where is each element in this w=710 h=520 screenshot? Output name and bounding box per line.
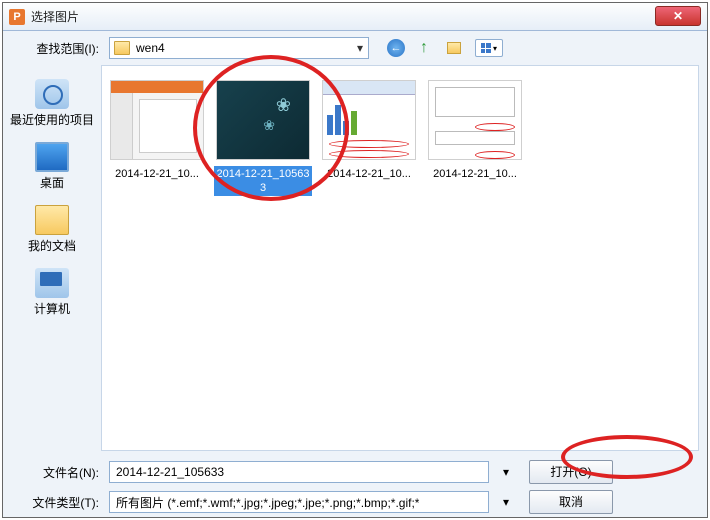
- file-item[interactable]: 2014-12-21_10...: [318, 76, 420, 200]
- place-label: 计算机: [34, 300, 70, 317]
- up-one-level-button[interactable]: ↑: [415, 39, 433, 57]
- path-text: wen4: [134, 41, 352, 55]
- window-title: 选择图片: [31, 8, 655, 25]
- filename-input[interactable]: 2014-12-21_105633: [109, 461, 489, 483]
- new-folder-button[interactable]: [443, 39, 465, 57]
- open-image-dialog: P 选择图片 ✕ 查找范围(I): wen4 ▾ ← ↑ ▾ 最近使用的项目: [2, 2, 708, 518]
- filetype-combobox[interactable]: 所有图片 (*.emf;*.wmf;*.jpg;*.jpeg;*.jpe;*.p…: [109, 491, 489, 513]
- place-desktop[interactable]: 桌面: [3, 138, 101, 195]
- close-button[interactable]: ✕: [655, 6, 701, 26]
- computer-icon: [35, 268, 69, 298]
- thumbnail: [322, 80, 416, 160]
- file-name: 2014-12-21_10...: [113, 166, 201, 182]
- place-label: 桌面: [40, 174, 64, 191]
- place-label: 我的文档: [28, 237, 76, 254]
- filename-label: 文件名(N):: [17, 464, 99, 481]
- file-list-pane[interactable]: 2014-12-21_10... 2014-12-21_105633: [101, 65, 699, 451]
- filename-dropdown-icon[interactable]: ▾: [499, 465, 513, 479]
- documents-icon: [35, 205, 69, 235]
- places-bar: 最近使用的项目 桌面 我的文档 计算机: [3, 65, 101, 451]
- open-button[interactable]: 打开(O): [529, 460, 613, 484]
- toolbar: 查找范围(I): wen4 ▾ ← ↑ ▾: [3, 31, 707, 65]
- nav-icons: ← ↑ ▾: [387, 39, 503, 57]
- view-menu-button[interactable]: ▾: [475, 39, 503, 57]
- cancel-button[interactable]: 取消: [529, 490, 613, 514]
- desktop-icon: [35, 142, 69, 172]
- file-name: 2014-12-21_105633: [214, 166, 312, 196]
- file-name: 2014-12-21_10...: [431, 166, 519, 182]
- path-dropdown-icon[interactable]: ▾: [352, 41, 368, 55]
- dialog-body: 最近使用的项目 桌面 我的文档 计算机 2014-12: [3, 65, 707, 451]
- recent-icon: [35, 79, 69, 109]
- thumbnail-row: 2014-12-21_10... 2014-12-21_105633: [102, 66, 698, 210]
- thumbnail: [428, 80, 522, 160]
- file-name: 2014-12-21_10...: [325, 166, 413, 182]
- folder-icon: [114, 41, 130, 55]
- thumbnail: [110, 80, 204, 160]
- file-item[interactable]: 2014-12-21_10...: [424, 76, 526, 200]
- thumbnail: [216, 80, 310, 160]
- place-label: 最近使用的项目: [10, 111, 94, 128]
- app-icon: P: [9, 9, 25, 25]
- path-combobox[interactable]: wen4 ▾: [109, 37, 369, 59]
- place-computer[interactable]: 计算机: [3, 264, 101, 321]
- look-in-label: 查找范围(I):: [17, 40, 99, 57]
- bottom-panel: 文件名(N): 2014-12-21_105633 ▾ 打开(O) 文件类型(T…: [3, 451, 707, 517]
- back-button[interactable]: ←: [387, 39, 405, 57]
- place-documents[interactable]: 我的文档: [3, 201, 101, 258]
- filetype-label: 文件类型(T):: [17, 494, 99, 511]
- filetype-dropdown-icon[interactable]: ▾: [499, 495, 513, 509]
- place-recent[interactable]: 最近使用的项目: [3, 75, 101, 132]
- file-item[interactable]: 2014-12-21_10...: [106, 76, 208, 200]
- titlebar: P 选择图片 ✕: [3, 3, 707, 31]
- file-item-selected[interactable]: 2014-12-21_105633: [212, 76, 314, 200]
